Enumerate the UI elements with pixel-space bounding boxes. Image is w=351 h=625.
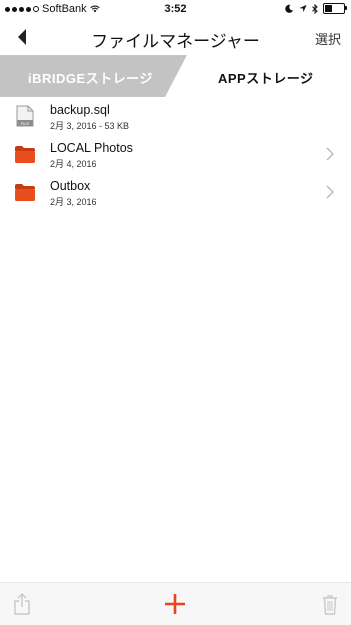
- status-bar: SoftBank 3:52: [0, 0, 351, 18]
- tab-app-storage[interactable]: APPストレージ: [187, 55, 351, 97]
- page-title: ファイルマネージャー: [91, 32, 260, 51]
- list-item[interactable]: FILE backup.sql 2月 3, 2016 - 53 KB: [0, 97, 351, 135]
- file-icon: FILE: [16, 105, 34, 127]
- select-button[interactable]: 選択: [315, 29, 341, 48]
- bottom-toolbar: [0, 582, 351, 625]
- list-item[interactable]: Outbox 2月 3, 2016: [0, 173, 351, 211]
- list-item-meta: 2月 3, 2016: [50, 197, 97, 207]
- list-item-meta: 2月 3, 2016 - 53 KB: [50, 121, 130, 131]
- list-item[interactable]: LOCAL Photos 2月 4, 2016: [0, 135, 351, 173]
- share-icon[interactable]: [12, 592, 32, 616]
- folder-icon: [15, 146, 35, 163]
- folder-icon: [15, 184, 35, 201]
- chevron-right-icon: [326, 147, 334, 161]
- battery-icon: [323, 3, 347, 14]
- tab-ibridge-storage[interactable]: iBRIDGEストレージ: [0, 55, 187, 97]
- storage-tabs: iBRIDGEストレージ APPストレージ: [0, 55, 351, 97]
- file-list: FILE backup.sql 2月 3, 2016 - 53 KB LOCAL…: [0, 97, 351, 211]
- moon-icon: [285, 4, 294, 13]
- tab-ibridge-storage-label: iBRIDGEストレージ: [28, 71, 153, 86]
- status-right: [285, 3, 347, 14]
- file-type-badge: FILE: [21, 121, 30, 126]
- chevron-right-icon: [326, 185, 334, 199]
- location-arrow-icon: [299, 4, 307, 13]
- nav-bar: ファイルマネージャー 選択: [0, 18, 351, 56]
- list-item-name: backup.sql: [50, 103, 110, 117]
- tab-app-storage-label: APPストレージ: [218, 71, 314, 86]
- bluetooth-icon: [312, 3, 318, 14]
- list-item-meta: 2月 4, 2016: [50, 159, 97, 169]
- add-icon[interactable]: [163, 592, 187, 616]
- trash-icon[interactable]: [320, 593, 340, 615]
- list-item-name: Outbox: [50, 179, 91, 193]
- list-item-name: LOCAL Photos: [50, 141, 133, 155]
